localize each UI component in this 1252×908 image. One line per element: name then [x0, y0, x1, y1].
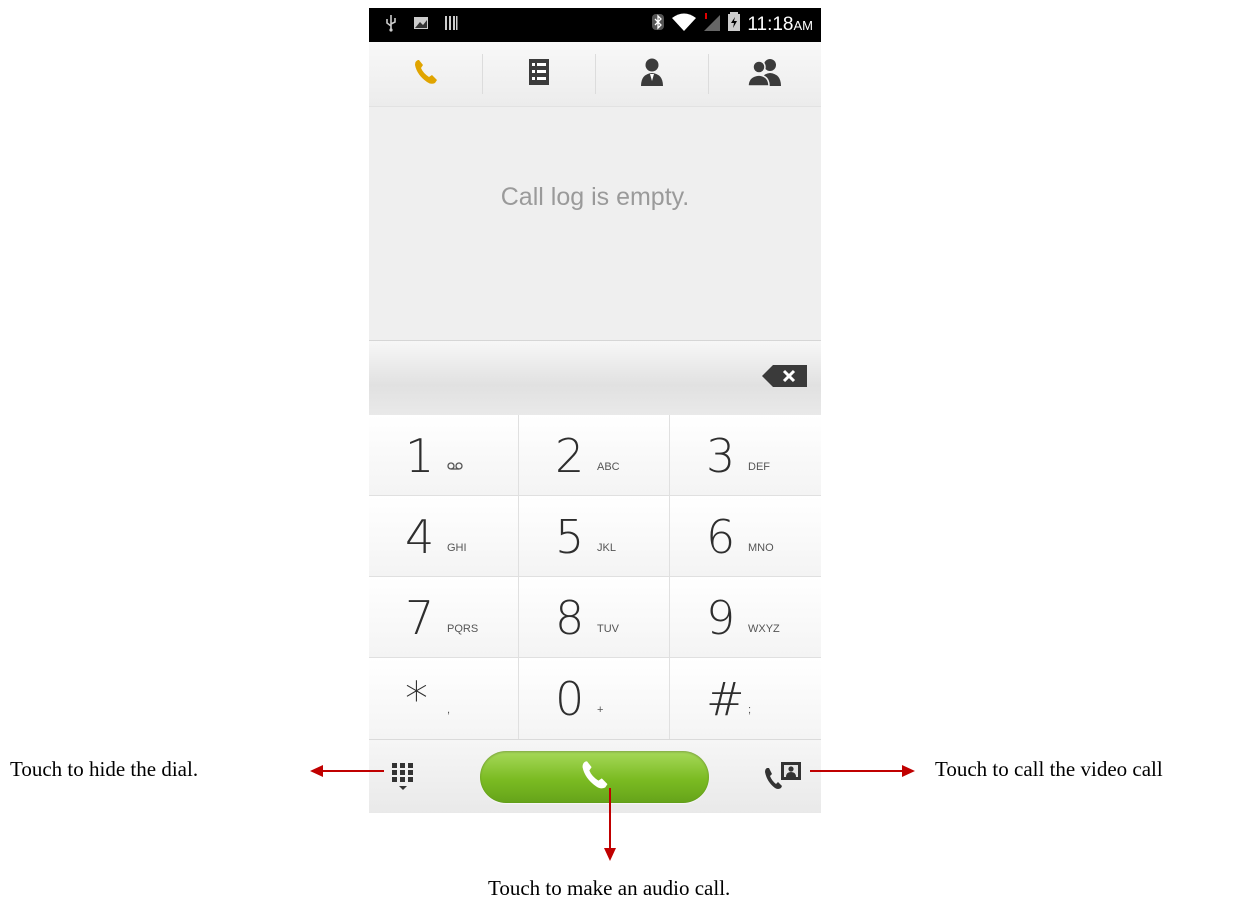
tab-contacts[interactable] [595, 42, 708, 106]
tab-bar [369, 42, 821, 107]
key-letters: MNO [748, 542, 774, 554]
call-log-empty-message: Call log is empty. [500, 183, 690, 211]
key-letters: PQRS [447, 623, 479, 635]
key-2[interactable]: 2 ABC [519, 415, 670, 496]
usb-icon [383, 14, 399, 32]
key-letters: DEF [748, 461, 770, 473]
signal-icon [703, 12, 721, 37]
status-bar: 11:18AM [369, 8, 821, 42]
call-log-panel: Call log is empty. [369, 107, 821, 340]
key-digit: 5 [555, 510, 585, 564]
wifi-icon [671, 12, 697, 37]
key-digit: 3 [706, 429, 736, 483]
key-letters: WXYZ [748, 623, 780, 635]
clock-time: 11:18 [747, 13, 794, 35]
key-digit: 0 [555, 672, 585, 726]
annotation-video-call: Touch to call the video call [935, 757, 1163, 781]
audio-call-button[interactable] [480, 751, 709, 803]
bluetooth-icon [651, 12, 665, 37]
battery-icon [727, 12, 741, 37]
tab-groups[interactable] [708, 42, 821, 106]
key-0[interactable]: 0 + [519, 658, 670, 739]
key-digit: * [405, 672, 428, 726]
key-letters: ABC [597, 461, 620, 473]
key-9[interactable]: 9 WXYZ [670, 577, 821, 658]
call-log-list-icon [528, 58, 550, 91]
phone-icon [578, 758, 612, 797]
key-1[interactable]: 1 [369, 415, 519, 496]
key-5[interactable]: 5 JKL [519, 496, 670, 577]
key-letters: , [447, 704, 451, 716]
key-letters: ; [748, 704, 752, 716]
key-digit: # [706, 672, 745, 726]
key-digit: 7 [405, 591, 435, 645]
key-letters: + [597, 704, 604, 716]
barcode-icon [443, 14, 459, 32]
phone-screen: 11:18AM Call log is empty. 1 2 ABC 3 DEF… [369, 8, 821, 813]
video-call-icon[interactable] [763, 760, 807, 792]
tab-dialer[interactable] [369, 42, 482, 106]
dial-keypad: 1 2 ABC 3 DEF 4 GHI 5 JKL 6 MNO 7 PQRS 8 TUV 9W… [369, 415, 821, 739]
dialed-digits-field[interactable] [369, 340, 821, 416]
key-hash[interactable]: #; [670, 658, 821, 739]
key-7[interactable]: 7 PQRS [369, 577, 519, 658]
key-digit: 1 [405, 429, 435, 483]
key-digit: 4 [405, 510, 435, 564]
key-letters: TUV [597, 623, 619, 635]
key-letters: JKL [597, 542, 616, 554]
key-star[interactable]: *, [369, 658, 519, 739]
key-6[interactable]: 6 MNO [670, 496, 821, 577]
dialer-action-bar [369, 739, 821, 813]
contact-icon [639, 57, 665, 92]
dialpad-toggle-icon[interactable] [391, 762, 415, 792]
key-digit: 8 [555, 591, 585, 645]
annotation-hide-dial: Touch to hide the dial. [10, 757, 199, 781]
image-icon [413, 14, 429, 32]
groups-icon [746, 57, 783, 92]
key-digit: 2 [555, 429, 585, 483]
key-letters: GHI [447, 542, 467, 554]
annotation-audio-call: Touch to make an audio call. [488, 876, 731, 900]
backspace-icon[interactable] [761, 363, 809, 389]
tab-call-log[interactable] [482, 42, 595, 106]
key-8[interactable]: 8 TUV [519, 577, 670, 658]
voicemail-icon [447, 461, 463, 474]
key-3[interactable]: 3 DEF [670, 415, 821, 496]
key-digit: 9 [706, 591, 736, 645]
key-4[interactable]: 4 GHI [369, 496, 519, 577]
phone-icon [411, 57, 441, 92]
key-digit: 6 [706, 510, 736, 564]
clock-ampm: AM [793, 17, 814, 33]
